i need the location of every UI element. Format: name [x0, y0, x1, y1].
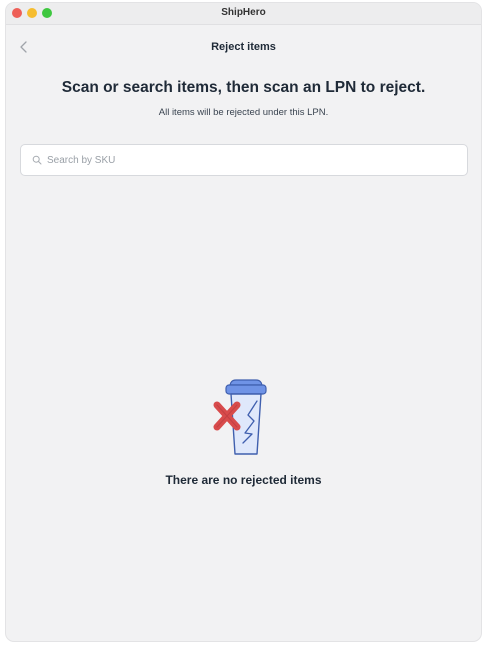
search-box[interactable]: [20, 144, 468, 176]
empty-state-message: There are no rejected items: [165, 473, 322, 487]
search-icon: [32, 155, 42, 165]
search-input[interactable]: [47, 154, 427, 166]
instruction-headline: Scan or search items, then scan an LPN t…: [61, 79, 426, 96]
title-bar: ShipHero: [6, 3, 481, 25]
instruction-subline: All items will be rejected under this LP…: [158, 107, 329, 118]
window-title: ShipHero: [221, 7, 266, 18]
broken-cup-reject-icon: [213, 379, 267, 455]
app-window: ShipHero Reject items Scan or search ite…: [6, 3, 481, 641]
navbar: Reject items: [6, 25, 481, 59]
page-title: Reject items: [211, 41, 276, 53]
